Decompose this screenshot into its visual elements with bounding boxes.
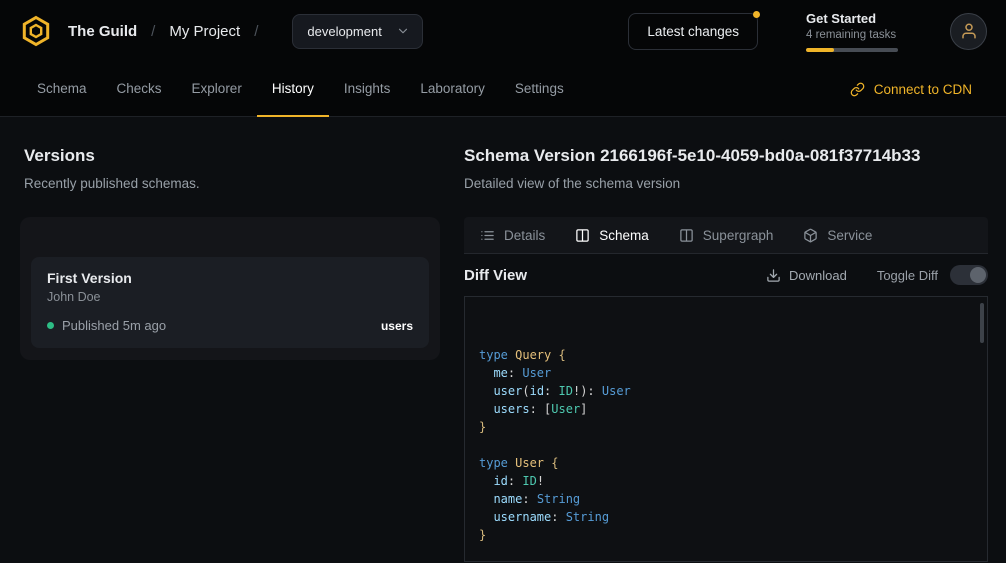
code-line: } <box>479 526 973 544</box>
diff-view-title: Diff View <box>464 267 527 284</box>
detail-tab-details-label: Details <box>504 228 545 243</box>
code-line <box>479 436 973 454</box>
version-service-badge: users <box>381 319 413 333</box>
notification-dot <box>753 11 760 18</box>
connect-to-cdn-label: Connect to CDN <box>874 82 972 97</box>
scrollbar-thumb[interactable] <box>980 303 984 343</box>
tab-settings[interactable]: Settings <box>500 62 579 117</box>
person-icon <box>960 22 978 40</box>
main-content: Versions Recently published schemas. Fir… <box>0 117 1006 562</box>
toggle-diff-label: Toggle Diff <box>877 268 938 283</box>
tab-checks[interactable]: Checks <box>102 62 177 117</box>
download-button[interactable]: Download <box>766 268 847 283</box>
tab-history[interactable]: History <box>257 62 329 117</box>
tab-laboratory[interactable]: Laboratory <box>405 62 500 117</box>
detail-tab-schema[interactable]: Schema <box>575 228 649 243</box>
versions-card: First Version John Doe Published 5m ago … <box>20 217 440 360</box>
link-icon <box>850 82 865 97</box>
nav-spacer <box>579 62 850 116</box>
code-line: users: [User] <box>479 400 973 418</box>
versions-subtitle: Recently published schemas. <box>24 175 440 193</box>
get-started-subtitle: 4 remaining tasks <box>806 29 906 41</box>
code-line: username: String <box>479 508 973 526</box>
tab-schema[interactable]: Schema <box>22 62 102 117</box>
schema-code-viewer[interactable]: type Query { me: User user(id: ID!): Use… <box>464 296 988 562</box>
versions-panel: Versions Recently published schemas. Fir… <box>20 145 440 562</box>
tab-insights[interactable]: Insights <box>329 62 406 117</box>
connect-to-cdn-button[interactable]: Connect to CDN <box>850 62 972 116</box>
download-icon <box>766 268 781 283</box>
code-line: type Query { <box>479 346 973 364</box>
version-author: John Doe <box>47 290 413 304</box>
chevron-down-icon <box>396 24 410 38</box>
code-lines: type Query { me: User user(id: ID!): Use… <box>479 346 973 544</box>
detail-tab-supergraph-label: Supergraph <box>703 228 774 243</box>
code-line: user(id: ID!): User <box>479 382 973 400</box>
detail-tab-schema-label: Schema <box>599 228 649 243</box>
get-started-progress-fill <box>806 48 834 52</box>
top-header: The Guild / My Project / development Lat… <box>0 0 1006 62</box>
latest-changes-label: Latest changes <box>647 24 739 39</box>
project-nav: Schema Checks Explorer History Insights … <box>0 62 1006 117</box>
detail-tab-service[interactable]: Service <box>803 228 872 243</box>
box-icon <box>803 228 818 243</box>
download-label: Download <box>789 268 847 283</box>
version-list-item[interactable]: First Version John Doe Published 5m ago … <box>31 257 429 348</box>
environment-select[interactable]: development <box>292 14 422 49</box>
get-started-title: Get Started <box>806 11 906 26</box>
code-line: id: ID! <box>479 472 973 490</box>
code-line: me: User <box>479 364 973 382</box>
published-dot-icon <box>47 322 54 329</box>
code-line: } <box>479 418 973 436</box>
version-status: Published 5m ago <box>62 318 166 333</box>
columns-icon <box>575 228 590 243</box>
toggle-diff-switch[interactable] <box>950 265 988 285</box>
hive-logo-icon[interactable] <box>20 15 52 47</box>
list-icon <box>480 228 495 243</box>
breadcrumb-separator: / <box>254 23 258 40</box>
breadcrumb-separator: / <box>151 23 155 40</box>
tab-explorer[interactable]: Explorer <box>177 62 257 117</box>
version-name: First Version <box>47 270 413 286</box>
get-started-widget[interactable]: Get Started 4 remaining tasks <box>806 11 906 52</box>
version-detail-subtitle: Detailed view of the schema version <box>464 175 988 193</box>
breadcrumb-project[interactable]: My Project <box>169 23 240 40</box>
environment-select-value: development <box>307 24 381 39</box>
detail-tab-details[interactable]: Details <box>480 228 545 243</box>
get-started-progress-track <box>806 48 898 52</box>
detail-tab-service-label: Service <box>827 228 872 243</box>
user-menu-button[interactable] <box>950 13 987 50</box>
code-line: name: String <box>479 490 973 508</box>
versions-title: Versions <box>24 145 440 167</box>
version-detail-panel: Schema Version 2166196f-5e10-4059-bd0a-0… <box>464 145 988 562</box>
toggle-knob <box>970 267 986 283</box>
code-line: type User { <box>479 454 973 472</box>
version-detail-title: Schema Version 2166196f-5e10-4059-bd0a-0… <box>464 145 988 167</box>
latest-changes-button[interactable]: Latest changes <box>628 13 758 50</box>
columns-icon <box>679 228 694 243</box>
detail-tab-supergraph[interactable]: Supergraph <box>679 228 774 243</box>
diff-view-header: Diff View Download Toggle Diff <box>464 254 988 296</box>
breadcrumb-org[interactable]: The Guild <box>68 23 137 40</box>
version-detail-tabs: Details Schema Supergraph <box>464 217 988 254</box>
